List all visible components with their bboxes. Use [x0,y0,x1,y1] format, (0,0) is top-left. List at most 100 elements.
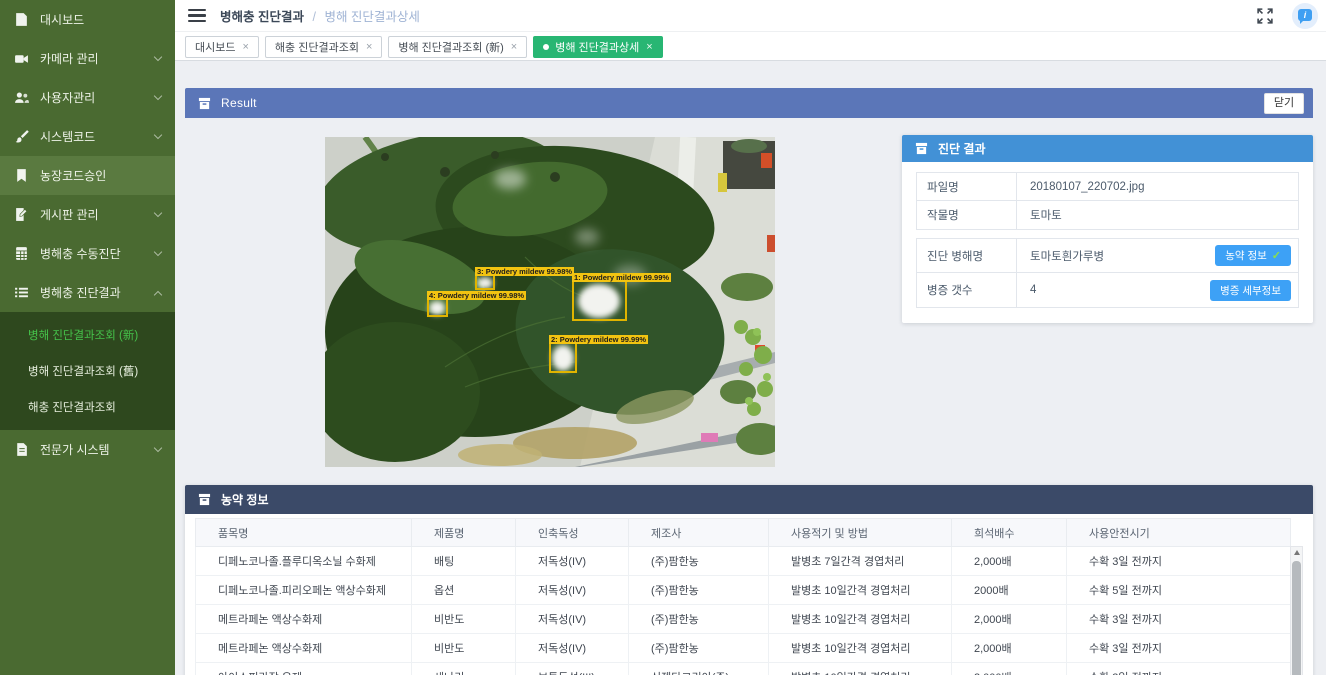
sidebar-item-farm-code-approval[interactable]: 농장코드승인 [0,156,175,195]
sidebar-item-label: 카메라 관리 [40,50,99,67]
table-row: 메트라페논 액상수화제비반도저독성(IV)(주)팜한농발병초 10일간격 경엽처… [196,605,1291,634]
crop-name-value: 토마토 [1017,207,1298,223]
sidebar-item-label: 사용자관리 [40,89,95,106]
tab-disease-results-new[interactable]: 병해 진단결과조회 (新) × [388,36,527,58]
cell: 디페노코나졸.플루디옥소닐 수화제 [196,547,412,576]
cell: 발병초 10일간격 경엽처리 [769,663,952,675]
sidebar-item-label: 병해충 진단결과 [40,284,121,301]
symptom-detail-button[interactable]: 병증 세부정보 [1210,280,1291,301]
scrollbar-up-icon[interactable] [1291,547,1302,559]
sidebar-item-diagnosis-results[interactable]: 병해충 진단결과 [0,273,175,312]
info-glyph: i [1298,9,1312,21]
cell: 저독성(IV) [516,576,629,605]
tab-disease-result-detail[interactable]: 병해 진단결과상세 × [533,36,662,58]
cell: 수확 3일 전까지 [1067,605,1291,634]
pesticide-table: 품목명 제품명 인축독성 제조사 사용적기 및 방법 희석배수 사용안전시기 [195,518,1291,675]
tab-bar: 대시보드 × 해충 진단결과조회 × 병해 진단결과조회 (新) × 병해 진단… [175,32,1326,61]
cell: (주)팜한농 [629,547,769,576]
table-header-row: 품목명 제품명 인축독성 제조사 사용적기 및 방법 희석배수 사용안전시기 [196,519,1291,547]
close-icon[interactable]: × [511,41,517,53]
cell: 비반도 [412,605,516,634]
diagnosis-photo: 1: Powdery mildew 99.99% 2: Powdery mild… [325,137,775,467]
cell: 저독성(IV) [516,605,629,634]
cell: 옵션 [412,576,516,605]
tab-label: 대시보드 [195,39,235,55]
scrollbar-thumb[interactable] [1292,561,1301,675]
sidebar-item-system-code[interactable]: 시스템코드 [0,117,175,156]
top-bar: 병해충 진단결과 / 병해 진단결과상세 i [175,0,1326,32]
chevron-down-icon [154,444,162,452]
detection-box-2: 2: Powdery mildew 99.99% [549,342,577,373]
field-label: 병증 갯수 [917,273,1017,307]
close-button[interactable]: 닫기 [1264,93,1304,114]
close-icon[interactable]: × [366,41,372,53]
detection-box-3: 3: Powdery mildew 99.98% [475,274,495,290]
chevron-down-icon [154,209,162,217]
col-item-name: 품목명 [196,519,412,547]
archive-icon [198,493,211,506]
table-row: 아이소피라잠 유제새나리보통독성(III)신젠타코리아(주)발병초 10일간격 … [196,663,1291,675]
sidebar-item-label: 병해충 수동진단 [40,245,121,262]
button-label: 병증 세부정보 [1220,283,1281,298]
breadcrumb-parent[interactable]: 병해충 진단결과 [220,10,304,24]
close-icon[interactable]: × [242,41,248,53]
table-row: 파일명 20180107_220702.jpg [917,173,1298,201]
sidebar-item-label: 농장코드승인 [40,167,106,184]
sidebar-subitem-disease-results-old[interactable]: 병해 진단결과조회 (舊) [0,353,175,389]
chevron-down-icon [154,53,162,61]
button-label: 농약 정보 [1225,248,1267,263]
sidebar-item-camera[interactable]: 카메라 관리 [0,39,175,78]
chevron-down-icon [154,248,162,256]
content-area: Result 닫기 [175,62,1326,675]
close-icon[interactable]: × [646,41,652,53]
sidebar-item-board[interactable]: 게시판 관리 [0,195,175,234]
table-row: 디페노코나졸.플루디옥소닐 수화제배팅저독성(IV)(주)팜한농발병초 7일간격… [196,547,1291,576]
sidebar-subitem-label: 해충 진단결과조회 [28,399,116,415]
pesticide-panel-header: 농약 정보 [185,485,1313,514]
camera-icon [14,51,29,66]
sidebar-subitem-pest-results[interactable]: 해충 진단결과조회 [0,389,175,425]
sidebar-item-dashboard[interactable]: 대시보드 [0,0,175,39]
cell: 저독성(IV) [516,547,629,576]
sidebar-subitem-disease-results-new[interactable]: 병해 진단결과조회 (新) [0,317,175,353]
result-panel-title: Result [221,96,257,110]
archive-icon [915,142,928,155]
sidebar-item-label: 게시판 관리 [40,206,99,223]
sidebar-item-manual-diagnosis[interactable]: 병해충 수동진단 [0,234,175,273]
result-panel-header: Result 닫기 [185,88,1313,118]
pesticide-panel-body: 품목명 제품명 인축독성 제조사 사용적기 및 방법 희석배수 사용안전시기 [185,514,1313,675]
cell: 2,000배 [952,663,1067,675]
cell: 2,000배 [952,547,1067,576]
cell: 발병초 10일간격 경엽처리 [769,576,952,605]
table-row: 디페노코나졸.피리오페논 액상수화제옵션저독성(IV)(주)팜한농발병초 10일… [196,576,1291,605]
cell: 수확 5일 전까지 [1067,576,1291,605]
pesticide-info-button[interactable]: 농약 정보 ✓ [1215,245,1291,266]
tab-label: 해충 진단결과조회 [275,39,359,55]
detection-label: 3: Powdery mildew 99.98% [475,267,574,276]
sidebar: 대시보드 카메라 관리 사용자관리 시스템코드 농장코드승인 게시판 관리 [0,0,175,675]
field-label: 파일명 [917,173,1017,200]
info-bubble-icon[interactable]: i [1292,3,1318,29]
chevron-up-icon [154,290,162,298]
cell: 2,000배 [952,634,1067,663]
menu-icon[interactable] [188,9,206,22]
cell: 메트라페논 액상수화제 [196,634,412,663]
disease-name-value: 토마토흰가루병 [1017,248,1215,264]
cell: 아이소피라잠 유제 [196,663,412,675]
sidebar-item-expert-system[interactable]: 전문가 시스템 [0,430,175,469]
tab-pest-results[interactable]: 해충 진단결과조회 × [265,36,382,58]
pesticide-info-panel: 농약 정보 품목명 제품명 인축독성 제조사 [185,485,1313,675]
cell: 수확 3일 전까지 [1067,663,1291,675]
tab-dashboard[interactable]: 대시보드 × [185,36,259,58]
fullscreen-icon[interactable] [1256,7,1274,25]
brush-icon [14,129,29,144]
cell: 메트라페논 액상수화제 [196,605,412,634]
sidebar-item-label: 대시보드 [40,11,84,28]
cell: 신젠타코리아(주) [629,663,769,675]
check-icon: ✓ [1272,249,1281,262]
table-scrollbar [1290,546,1303,675]
sidebar-item-users[interactable]: 사용자관리 [0,78,175,117]
pesticide-panel-title: 농약 정보 [221,491,269,508]
detection-label: 1: Powdery mildew 99.99% [572,273,671,282]
active-dot-icon [543,44,549,50]
